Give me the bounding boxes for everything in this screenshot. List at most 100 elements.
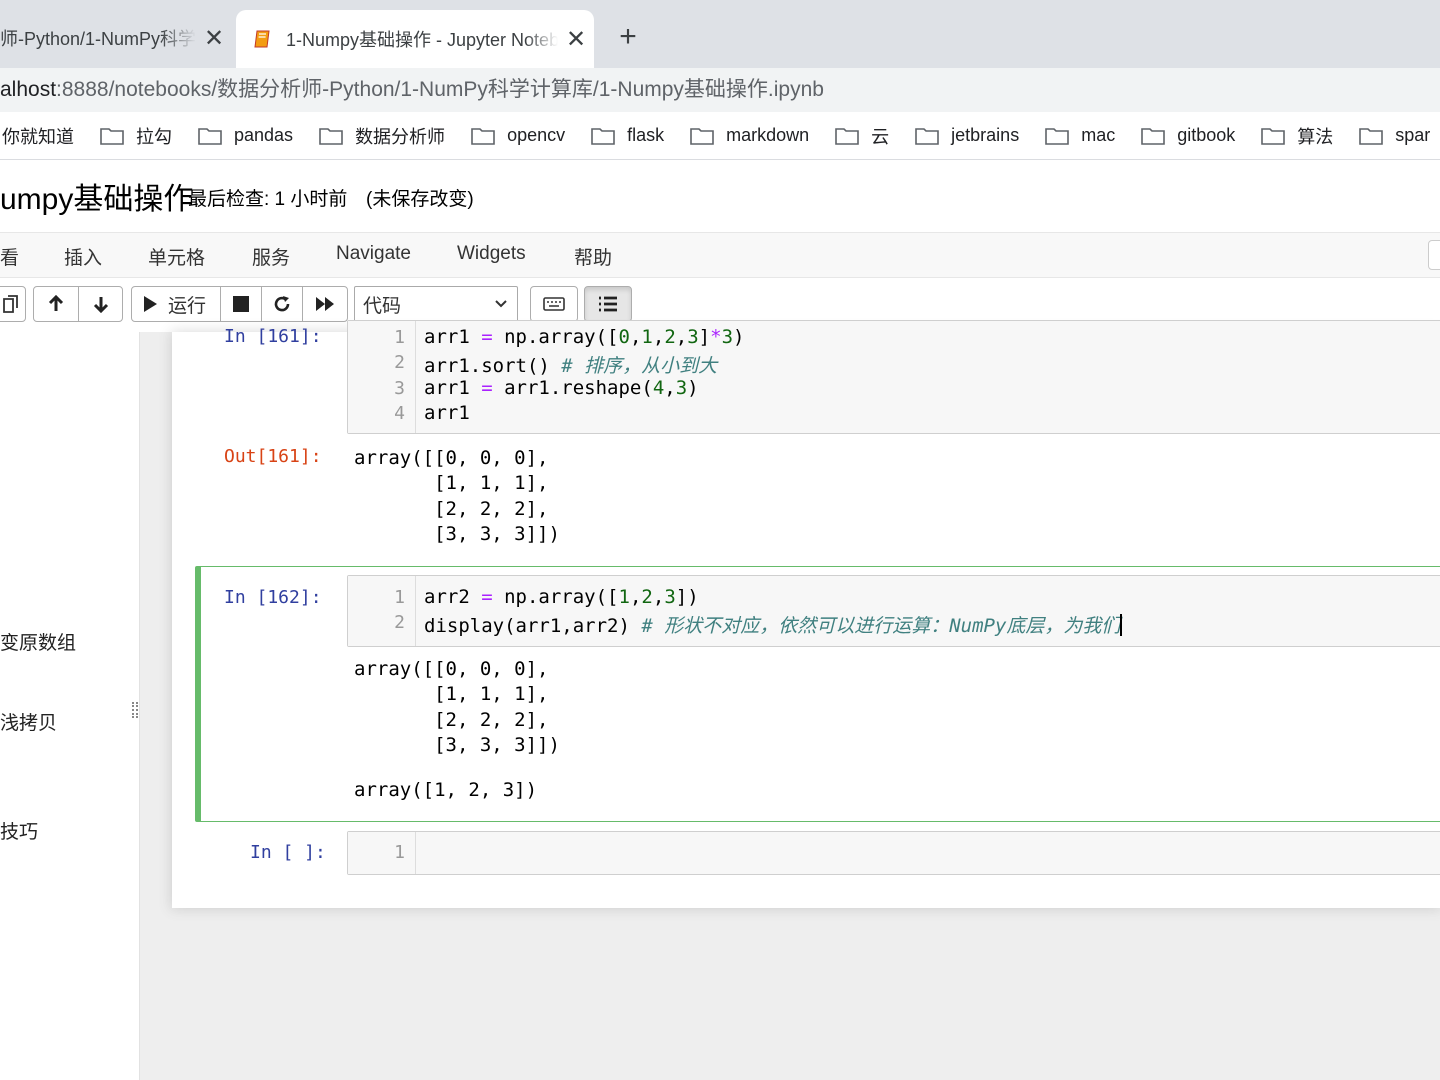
jupyter-header: umpy基础操作 最后检查: 1 小时前 (未保存改变) 看 插入 单元格 服务… xyxy=(0,160,1440,332)
line-number-gutter: 1 2 3 4 xyxy=(348,321,416,433)
keyboard-icon xyxy=(543,297,565,311)
bookmark-label: flask xyxy=(627,125,665,145)
bookmark-folder[interactable]: opencv xyxy=(471,125,565,146)
move-up-button[interactable] xyxy=(33,286,79,322)
menu-help[interactable]: 帮助 xyxy=(574,243,612,270)
menu-widgets[interactable]: Widgets xyxy=(457,243,526,265)
line-number-gutter: 1 2 xyxy=(348,576,416,646)
menu-cell[interactable]: 单元格 xyxy=(148,243,205,270)
bookmark-folder[interactable]: jetbrains xyxy=(915,125,1019,146)
folder-icon xyxy=(198,127,222,145)
toc-sidebar: 变原数组 浅拷贝 技巧 xyxy=(0,332,140,1080)
run-button[interactable]: 运行 xyxy=(131,286,221,322)
restart-button[interactable] xyxy=(261,286,303,322)
stop-icon xyxy=(233,296,249,312)
bookmark-folder[interactable]: 云 xyxy=(835,123,889,149)
cell-output: array([[0, 0, 0], [1, 1, 1], [2, 2, 2], … xyxy=(354,658,560,757)
bookmark-label: 云 xyxy=(871,126,890,147)
menu-navigate[interactable]: Navigate xyxy=(336,243,411,265)
restart-icon xyxy=(274,296,290,312)
url-field[interactable]: alhost:8888/notebooks/数据分析师-Python/1-Num… xyxy=(0,68,1440,112)
browser-tab-inactive[interactable]: 师-Python/1-NumPy科学计算库 ✕ xyxy=(0,12,232,64)
bookmark-label: 算法 xyxy=(1297,126,1334,147)
bookmark-label: 你就知道 xyxy=(2,126,74,147)
close-icon[interactable]: ✕ xyxy=(196,24,232,53)
bookmark-folder[interactable]: 拉勾 xyxy=(100,123,172,149)
folder-icon xyxy=(471,127,495,145)
folder-icon xyxy=(100,127,124,145)
bookmark-folder[interactable]: flask xyxy=(591,125,664,146)
code-input[interactable]: 1 xyxy=(347,831,1440,875)
bookmark-label: opencv xyxy=(507,125,566,145)
command-palette-button[interactable] xyxy=(530,286,578,322)
menu-bar: 看 插入 单元格 服务 Navigate Widgets 帮助 xyxy=(0,232,1440,278)
bookmark-folder[interactable]: spar xyxy=(1359,125,1430,146)
folder-icon xyxy=(1045,127,1070,145)
code-line: arr1.sort() # 排序，从小到大 xyxy=(424,355,718,377)
move-down-button[interactable] xyxy=(78,286,123,322)
kernel-indicator[interactable] xyxy=(1428,240,1440,270)
tab-title: 师-Python/1-NumPy科学计算库 xyxy=(0,29,196,49)
plus-icon[interactable]: + xyxy=(612,20,644,54)
code-line: arr1 xyxy=(424,402,470,424)
input-prompt: In [162]: xyxy=(224,587,322,608)
code-line: display(arr1,arr2) # 形状不对应，依然可以进行运算：NumP… xyxy=(424,614,1123,637)
bookmark-label: spar xyxy=(1395,125,1431,145)
address-bar: alhost:8888/notebooks/数据分析师-Python/1-Num… xyxy=(0,68,1440,112)
bookmark-label: 数据分析师 xyxy=(355,126,446,147)
folder-icon xyxy=(319,127,343,145)
copy-button[interactable] xyxy=(0,286,26,322)
cell-type-value: 代码 xyxy=(363,295,402,317)
browser-tab-active[interactable]: 1-Numpy基础操作 - Jupyter Notebook ✕ xyxy=(236,10,594,68)
folder-icon xyxy=(591,127,615,145)
line-number-gutter: 1 xyxy=(348,832,416,874)
toc-item[interactable]: 浅拷贝 xyxy=(0,708,57,735)
restart-run-all-button[interactable] xyxy=(302,286,348,322)
folder-icon xyxy=(690,127,714,145)
code-input[interactable]: 1 2 3 4 arr1 = np.array([0,1,2,3]*3) arr… xyxy=(347,320,1440,434)
cell-output: array([[0, 0, 0], [1, 1, 1], [2, 2, 2], … xyxy=(354,447,560,546)
notebook-title[interactable]: umpy基础操作 xyxy=(0,174,193,218)
url-host: alhost xyxy=(0,78,57,101)
toc-item[interactable]: 变原数组 xyxy=(0,628,76,655)
sidebar-resize-handle[interactable] xyxy=(132,702,138,718)
folder-icon xyxy=(1359,127,1384,145)
line-number: 3 xyxy=(394,378,405,399)
code-input[interactable]: 1 2 arr2 = np.array([1,2,3]) display(arr… xyxy=(347,575,1440,647)
menu-insert[interactable]: 插入 xyxy=(64,243,102,270)
notebook-container: In [161]: 1 2 3 4 arr1 = np.array([0,1,2… xyxy=(172,320,1440,908)
line-number: 2 xyxy=(394,352,405,373)
bookmark-folder[interactable]: 数据分析师 xyxy=(319,123,445,149)
input-prompt: In [ ]: xyxy=(250,842,326,863)
interrupt-button[interactable] xyxy=(220,286,262,322)
bookmark-folder[interactable]: markdown xyxy=(690,125,809,146)
bookmark-folder[interactable]: mac xyxy=(1045,125,1115,146)
code-line: arr2 = np.array([1,2,3]) xyxy=(424,586,699,608)
folder-icon xyxy=(915,127,939,145)
close-icon[interactable]: ✕ xyxy=(558,25,594,54)
bookmark-label: gitbook xyxy=(1177,125,1236,145)
fast-forward-icon xyxy=(316,297,334,311)
run-label: 运行 xyxy=(168,295,207,317)
bookmarks-bar: 你就知道 拉勾 pandas 数据分析师 opencv flask markdo… xyxy=(0,112,1440,160)
bookmark-item[interactable]: 你就知道 xyxy=(2,123,74,149)
arrow-up-icon xyxy=(48,295,64,311)
line-number: 1 xyxy=(394,587,405,608)
input-prompt: In [161]: xyxy=(224,326,322,347)
toc-toggle-button[interactable] xyxy=(584,286,632,322)
bookmark-folder[interactable]: pandas xyxy=(198,125,293,146)
menu-kernel[interactable]: 服务 xyxy=(252,243,290,270)
bookmark-folder[interactable]: 算法 xyxy=(1261,123,1333,149)
cell-type-select[interactable]: 代码 xyxy=(354,286,518,322)
arrow-down-icon xyxy=(93,297,108,313)
folder-icon xyxy=(1141,127,1166,145)
list-icon xyxy=(599,296,617,312)
toc-item[interactable]: 技巧 xyxy=(0,817,38,844)
bookmark-label: 拉勾 xyxy=(136,126,172,147)
cell-output: array([1, 2, 3]) xyxy=(354,779,538,801)
menu-view[interactable]: 看 xyxy=(0,243,19,270)
line-number: 2 xyxy=(394,612,405,633)
code-line: arr1 = arr1.reshape(4,3) xyxy=(424,377,699,399)
bookmark-folder[interactable]: gitbook xyxy=(1141,125,1235,146)
bookmark-label: markdown xyxy=(726,125,810,145)
